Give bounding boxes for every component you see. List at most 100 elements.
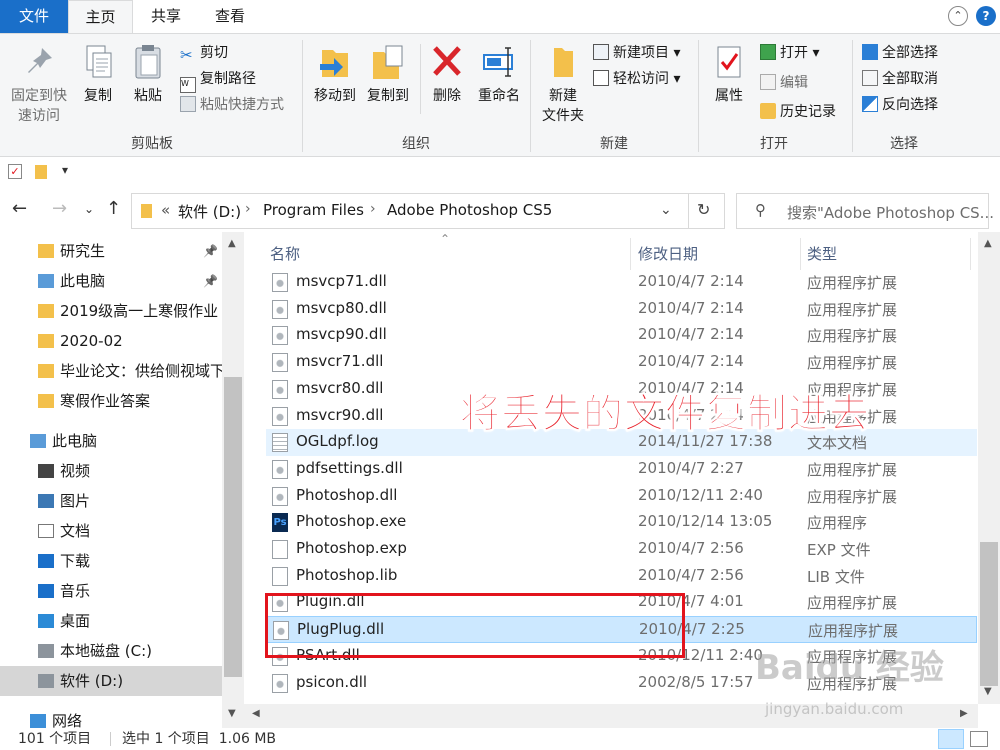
file-row[interactable]: msvcr71.dll 2010/4/7 2:14 应用程序扩展 xyxy=(266,349,977,376)
scroll-up-icon[interactable]: ▲ xyxy=(984,238,992,249)
scrollbar-thumb[interactable] xyxy=(224,377,242,677)
copy-to-button[interactable]: 复制到 xyxy=(362,42,414,106)
nav-item[interactable]: 2020-02 xyxy=(0,326,222,356)
move-to-button[interactable]: 移动到 xyxy=(309,42,361,106)
new-item-button[interactable]: 新建项目 ▾ xyxy=(593,41,680,65)
file-row[interactable]: Ps Photoshop.exe 2010/12/14 13:05 应用程序 xyxy=(266,509,977,536)
nav-item[interactable]: 此电脑 xyxy=(0,426,222,456)
search-box[interactable]: ⚲ 搜索"Adobe Photoshop CS... xyxy=(736,193,994,229)
ribbon: 固定到快 速访问 复制 粘贴 ✂ 剪切 W 复制路径 粘贴快捷方式 剪贴板 移动到 xyxy=(0,33,1000,157)
recent-locations-icon[interactable]: ⌄ xyxy=(84,202,94,216)
dll-icon xyxy=(272,273,288,292)
breadcrumb-separator-icon[interactable]: › xyxy=(245,201,251,217)
breadcrumb-program-files[interactable]: Program Files xyxy=(263,201,364,219)
file-row[interactable]: msvcp90.dll 2010/4/7 2:14 应用程序扩展 xyxy=(266,322,977,349)
file-type: 应用程序扩展 xyxy=(807,300,898,319)
paste-shortcut-button[interactable]: 粘贴快捷方式 xyxy=(180,93,284,117)
file-row[interactable]: Photoshop.dll 2010/12/11 2:40 应用程序扩展 xyxy=(266,483,977,510)
breadcrumb-separator-icon[interactable]: › xyxy=(370,201,376,217)
column-divider[interactable] xyxy=(800,238,801,270)
edit-button[interactable]: 编辑 xyxy=(760,71,808,95)
file-row[interactable]: msvcp80.dll 2010/4/7 2:14 应用程序扩展 xyxy=(266,296,977,323)
select-none-button[interactable]: 全部取消 xyxy=(862,67,938,91)
nav-item[interactable]: 本地磁盘 (C:) xyxy=(0,636,222,666)
file-row[interactable]: pdfsettings.dll 2010/4/7 2:27 应用程序扩展 xyxy=(266,456,977,483)
rename-button[interactable]: 重命名 xyxy=(474,42,524,106)
file-name: Photoshop.exp xyxy=(296,539,407,557)
open-label: 打开 xyxy=(780,45,808,61)
refresh-icon[interactable]: ↻ xyxy=(697,200,710,219)
invert-selection-button[interactable]: 反向选择 xyxy=(862,93,938,117)
nav-item[interactable]: 毕业论文：供给侧视域下 xyxy=(0,356,222,386)
clipboard-group-label: 剪贴板 xyxy=(131,136,173,152)
pin-icon[interactable]: 📌 xyxy=(203,236,218,266)
dll-icon xyxy=(272,326,288,346)
file-row[interactable]: Photoshop.lib 2010/4/7 2:56 LIB 文件 xyxy=(266,563,977,590)
pin-icon[interactable]: 📌 xyxy=(203,266,218,296)
nav-item[interactable]: 此电脑 📌 xyxy=(0,266,222,296)
column-divider[interactable] xyxy=(970,238,971,270)
address-dropdown-icon[interactable]: ⌄ xyxy=(660,202,672,218)
properties-button[interactable]: 属性 xyxy=(705,42,753,106)
breadcrumb-drive[interactable]: 软件 (D:) xyxy=(178,201,241,222)
nav-item[interactable]: 下载 xyxy=(0,546,222,576)
nav-item[interactable]: 网络 xyxy=(0,706,222,728)
file-row[interactable]: Photoshop.exp 2010/4/7 2:56 EXP 文件 xyxy=(266,536,977,563)
copy-path-button[interactable]: W 复制路径 xyxy=(180,67,256,93)
nav-item[interactable]: 音乐 xyxy=(0,576,222,606)
pin-quick-access-button[interactable]: 固定到快 速访问 xyxy=(6,42,72,126)
nav-item[interactable]: 2019级高一上寒假作业 xyxy=(0,296,222,326)
tab-home[interactable]: 主页 xyxy=(68,0,133,34)
select-all-button[interactable]: 全部选择 xyxy=(862,41,938,65)
folder-icon[interactable] xyxy=(35,165,47,179)
forward-arrow-icon[interactable]: → xyxy=(52,198,67,219)
up-arrow-icon[interactable]: ↑ xyxy=(106,198,121,219)
back-arrow-icon[interactable]: ← xyxy=(12,198,27,219)
file-list-scrollbar[interactable]: ▲ ▼ xyxy=(978,232,1000,704)
watermark-brand: Baidu 经验 xyxy=(755,648,944,688)
paste-button[interactable]: 粘贴 xyxy=(126,42,170,106)
nav-item[interactable]: 文档 xyxy=(0,516,222,546)
tab-share[interactable]: 共享 xyxy=(133,0,199,33)
highlight-box xyxy=(265,593,685,658)
scrollbar-thumb[interactable] xyxy=(980,542,998,686)
tab-file[interactable]: 文件 xyxy=(0,0,68,33)
nav-item[interactable]: 桌面 xyxy=(0,606,222,636)
scroll-down-icon[interactable]: ▼ xyxy=(984,686,992,697)
easy-access-button[interactable]: 轻松访问 ▾ xyxy=(593,67,680,91)
delete-button[interactable]: 删除 xyxy=(425,42,469,106)
scroll-left-icon[interactable]: ◀ xyxy=(252,708,260,719)
nav-item[interactable]: 图片 xyxy=(0,486,222,516)
history-button[interactable]: 历史记录 xyxy=(760,100,836,124)
details-view-icon[interactable] xyxy=(938,729,964,749)
large-icons-view-icon[interactable] xyxy=(970,731,988,747)
nav-item[interactable]: 研究生 📌 xyxy=(0,236,222,266)
scroll-up-icon[interactable]: ▲ xyxy=(228,238,236,249)
customize-toolbar-icon[interactable]: ▾ xyxy=(62,163,68,177)
nav-item[interactable]: 寒假作业答案 xyxy=(0,386,222,416)
address-divider xyxy=(688,194,689,228)
easy-access-icon xyxy=(593,70,609,86)
file-date: 2010/4/7 2:14 xyxy=(638,298,744,317)
collapse-ribbon-icon[interactable]: ⌃ xyxy=(948,6,968,26)
nav-item[interactable]: 视频 xyxy=(0,456,222,486)
address-bar[interactable]: « 软件 (D:) › Program Files › Adobe Photos… xyxy=(131,193,725,229)
breadcrumb-overflow[interactable]: « xyxy=(161,201,170,219)
nav-item-label: 网络 xyxy=(52,712,83,728)
properties-icon[interactable]: ✓ xyxy=(8,164,22,179)
search-input[interactable]: 搜索"Adobe Photoshop CS... xyxy=(787,202,994,223)
file-row[interactable]: msvcp71.dll 2010/4/7 2:14 应用程序扩展 xyxy=(266,269,977,296)
cut-button[interactable]: ✂ 剪切 xyxy=(180,41,228,65)
computer-icon xyxy=(38,274,54,288)
column-divider[interactable] xyxy=(630,238,631,270)
tab-view[interactable]: 查看 xyxy=(199,0,261,33)
new-folder-button[interactable]: 新建 文件夹 xyxy=(538,42,588,126)
scroll-down-icon[interactable]: ▼ xyxy=(228,708,236,719)
help-icon[interactable]: ? xyxy=(976,6,996,26)
open-button[interactable]: 打开 ▾ xyxy=(760,41,819,65)
nav-item[interactable]: 软件 (D:) xyxy=(0,666,222,696)
nav-scrollbar[interactable]: ▲ ▼ xyxy=(222,232,244,728)
paste-shortcut-icon xyxy=(180,96,196,112)
copy-button[interactable]: 复制 xyxy=(76,42,120,106)
breadcrumb-photoshop[interactable]: Adobe Photoshop CS5 xyxy=(387,201,552,219)
